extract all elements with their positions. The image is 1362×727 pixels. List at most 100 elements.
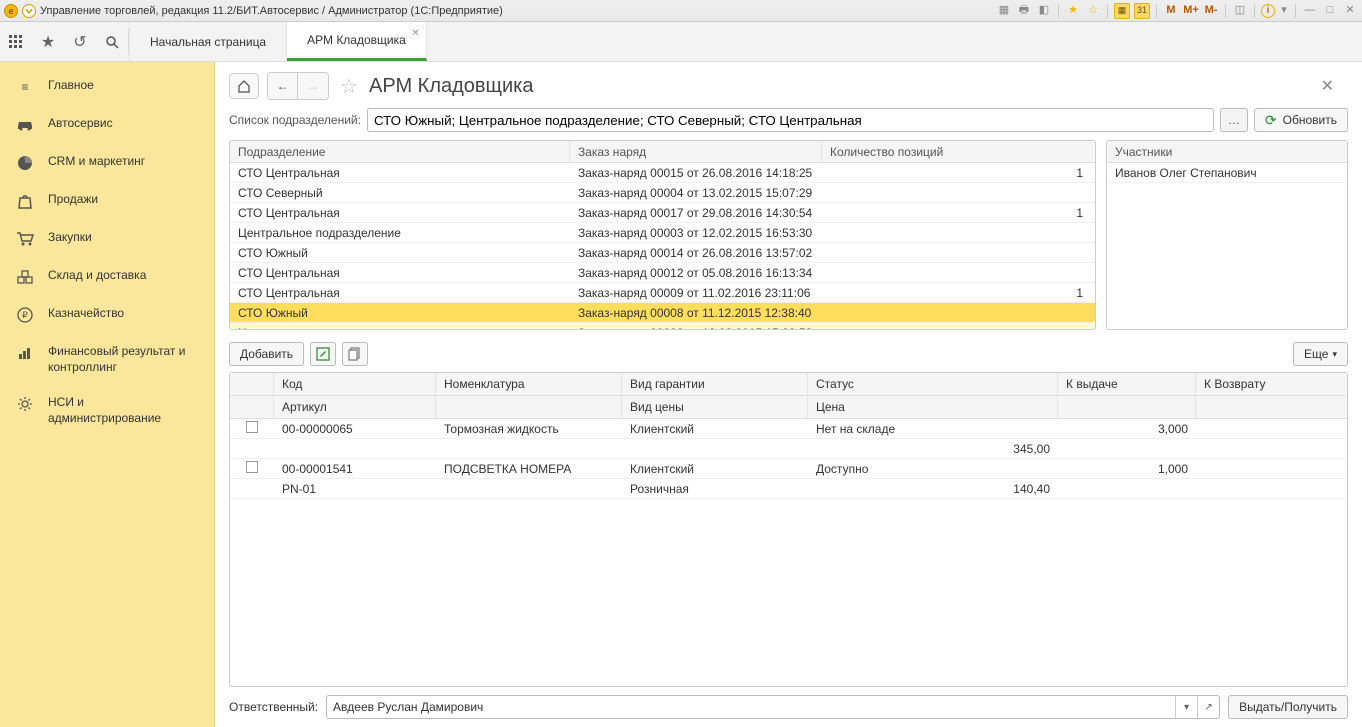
tab-arm-kladovshika[interactable]: АРМ Кладовщика ✕ <box>287 22 427 61</box>
order-row[interactable]: Центральное подразделениеЗаказ-наряд 000… <box>230 323 1095 329</box>
items-table[interactable]: Код Номенклатура Вид гарантии Статус К в… <box>229 372 1348 687</box>
sidebar-item-warehouse[interactable]: Склад и доставка <box>0 258 214 296</box>
col-dept[interactable]: Подразделение <box>230 141 570 162</box>
m-plus-button[interactable]: M+ <box>1183 3 1199 19</box>
m-button[interactable]: M <box>1163 3 1179 19</box>
more-button[interactable]: Еще ▾ <box>1293 342 1348 366</box>
home-button[interactable] <box>229 73 259 99</box>
forward-button[interactable]: → <box>298 73 328 99</box>
star-icon[interactable]: ★ <box>32 32 64 52</box>
maximize-button[interactable]: □ <box>1322 3 1338 19</box>
cart-icon <box>16 230 34 248</box>
col-nom[interactable]: Номенклатура <box>436 373 622 395</box>
cell-stat: Нет на складе <box>808 420 1058 438</box>
col-article[interactable]: Артикул <box>274 396 436 418</box>
tab-close-icon[interactable]: ✕ <box>411 28 419 39</box>
cell-dept: СТО Центральная <box>230 206 570 220</box>
col-out[interactable]: К выдаче <box>1058 373 1196 395</box>
col-ret[interactable]: К Возврату <box>1196 373 1326 395</box>
refresh-label: Обновить <box>1283 113 1337 127</box>
panel-icon[interactable]: ◫ <box>1232 3 1248 19</box>
sidebar-item-nsi[interactable]: НСИ и администрирование <box>0 385 214 436</box>
orders-table[interactable]: Подразделение Заказ наряд Количество поз… <box>229 140 1096 330</box>
cell-out: 3,000 <box>1058 420 1196 438</box>
participants-table[interactable]: Участники Иванов Олег Степанович <box>1106 140 1348 330</box>
cell-qty: 1 <box>822 206 1095 220</box>
cell-participant: Иванов Олег Степанович <box>1107 166 1347 180</box>
responsible-value: Авдеев Руслан Дамирович <box>327 700 1175 714</box>
order-row[interactable]: СТО ЮжныйЗаказ-наряд 00014 от 26.08.2016… <box>230 243 1095 263</box>
info-dropdown[interactable]: ▾ <box>1279 3 1289 19</box>
sidebar-item-treasury[interactable]: ₽ Казначейство <box>0 296 214 334</box>
cell-order: Заказ-наряд 00012 от 05.08.2016 16:13:34 <box>570 266 822 280</box>
item-row[interactable]: 00-00000065Тормозная жидкостьКлиентскийН… <box>230 419 1347 439</box>
col-price[interactable]: Цена <box>808 396 1058 418</box>
col-participants[interactable]: Участники <box>1107 141 1347 162</box>
close-window-button[interactable]: ✕ <box>1342 3 1358 19</box>
cell-dept: Центральное подразделение <box>230 226 570 240</box>
refresh-button[interactable]: ⟳ Обновить <box>1254 108 1348 132</box>
close-page-button[interactable]: ✕ <box>1321 76 1348 96</box>
cell-pricetype: Розничная <box>622 480 808 498</box>
chevron-down-icon: ▾ <box>1332 349 1337 360</box>
apps-icon[interactable] <box>0 34 32 50</box>
history-icon[interactable]: ↺ <box>64 32 96 52</box>
col-warranty[interactable]: Вид гарантии <box>622 373 808 395</box>
calendar-icon[interactable]: 31 <box>1134 3 1150 19</box>
tab-home[interactable]: Начальная страница <box>129 22 287 61</box>
responsible-combo[interactable]: Авдеев Руслан Дамирович ▾ ↗ <box>326 695 1220 719</box>
sidebar-item-finance[interactable]: Финансовый результат и контроллинг <box>0 334 214 385</box>
col-status[interactable]: Статус <box>808 373 1058 395</box>
edit-button[interactable] <box>310 342 336 366</box>
departments-input[interactable] <box>367 108 1214 132</box>
order-row[interactable]: СТО ЮжныйЗаказ-наряд 00008 от 11.12.2015… <box>230 303 1095 323</box>
sidebar-item-crm[interactable]: CRM и маркетинг <box>0 144 214 182</box>
sidebar-item-autoservice[interactable]: Автосервис <box>0 106 214 144</box>
order-row[interactable]: СТО ЦентральнаяЗаказ-наряд 00009 от 11.0… <box>230 283 1095 303</box>
cell-check[interactable] <box>230 459 274 478</box>
orders-body[interactable]: СТО ЦентральнаяЗаказ-наряд 00015 от 26.0… <box>230 163 1095 329</box>
svg-text:₽: ₽ <box>22 310 28 320</box>
app-menu-dropdown[interactable] <box>22 4 36 18</box>
item-row[interactable]: 00-00001541ПОДСВЕТКА НОМЕРАКлиентскийДос… <box>230 459 1347 479</box>
order-row[interactable]: СТО ЦентральнаяЗаказ-наряд 00017 от 29.0… <box>230 203 1095 223</box>
order-row[interactable]: Центральное подразделениеЗаказ-наряд 000… <box>230 223 1095 243</box>
back-button[interactable]: ← <box>268 73 298 99</box>
select-button[interactable]: … <box>1220 108 1248 132</box>
toolbar-icon-3[interactable]: ◧ <box>1036 3 1052 19</box>
cell-dept: СТО Центральная <box>230 166 570 180</box>
favorites-icon[interactable]: ★ <box>1065 3 1081 19</box>
sidebar-item-sales[interactable]: Продажи <box>0 182 214 220</box>
col-order[interactable]: Заказ наряд <box>570 141 822 162</box>
search-icon[interactable] <box>96 35 128 49</box>
col-pricetype[interactable]: Вид цены <box>622 396 808 418</box>
issue-receive-button[interactable]: Выдать/Получить <box>1228 695 1348 719</box>
favorites-alt-icon[interactable]: ☆ <box>1085 3 1101 19</box>
m-minus-button[interactable]: M- <box>1203 3 1219 19</box>
participants-body[interactable]: Иванов Олег Степанович <box>1107 163 1347 329</box>
participant-row[interactable]: Иванов Олег Степанович <box>1107 163 1347 183</box>
cell-check[interactable] <box>230 419 274 438</box>
sidebar-item-glavnoe[interactable]: ≡ Главное <box>0 68 214 106</box>
minimize-button[interactable]: — <box>1302 3 1318 19</box>
info-icon[interactable]: i <box>1261 4 1275 18</box>
sidebar-item-label: НСИ и администрирование <box>48 395 198 426</box>
chevron-down-icon[interactable]: ▾ <box>1175 696 1197 718</box>
print-icon[interactable]: 🖶 <box>1016 3 1032 19</box>
open-button[interactable]: ↗ <box>1197 696 1219 718</box>
toolbar-icon-1[interactable]: ▦ <box>996 3 1012 19</box>
order-row[interactable]: СТО ЦентральнаяЗаказ-наряд 00015 от 26.0… <box>230 163 1095 183</box>
order-row[interactable]: СТО ЦентральнаяЗаказ-наряд 00012 от 05.0… <box>230 263 1095 283</box>
bag-icon <box>16 192 34 210</box>
favorite-star-icon[interactable]: ☆ <box>337 74 361 99</box>
item-subrow[interactable]: 345,00 <box>230 439 1347 459</box>
col-qty[interactable]: Количество позиций <box>822 141 1095 162</box>
add-button[interactable]: Добавить <box>229 342 304 366</box>
item-subrow[interactable]: PN-01Розничная140,40 <box>230 479 1347 499</box>
sidebar-item-purchase[interactable]: Закупки <box>0 220 214 258</box>
copy-button[interactable] <box>342 342 368 366</box>
items-body[interactable]: 00-00000065Тормозная жидкостьКлиентскийН… <box>230 419 1347 686</box>
calc-icon[interactable]: ▦ <box>1114 3 1130 19</box>
order-row[interactable]: СТО СеверныйЗаказ-наряд 00004 от 13.02.2… <box>230 183 1095 203</box>
col-code[interactable]: Код <box>274 373 436 395</box>
